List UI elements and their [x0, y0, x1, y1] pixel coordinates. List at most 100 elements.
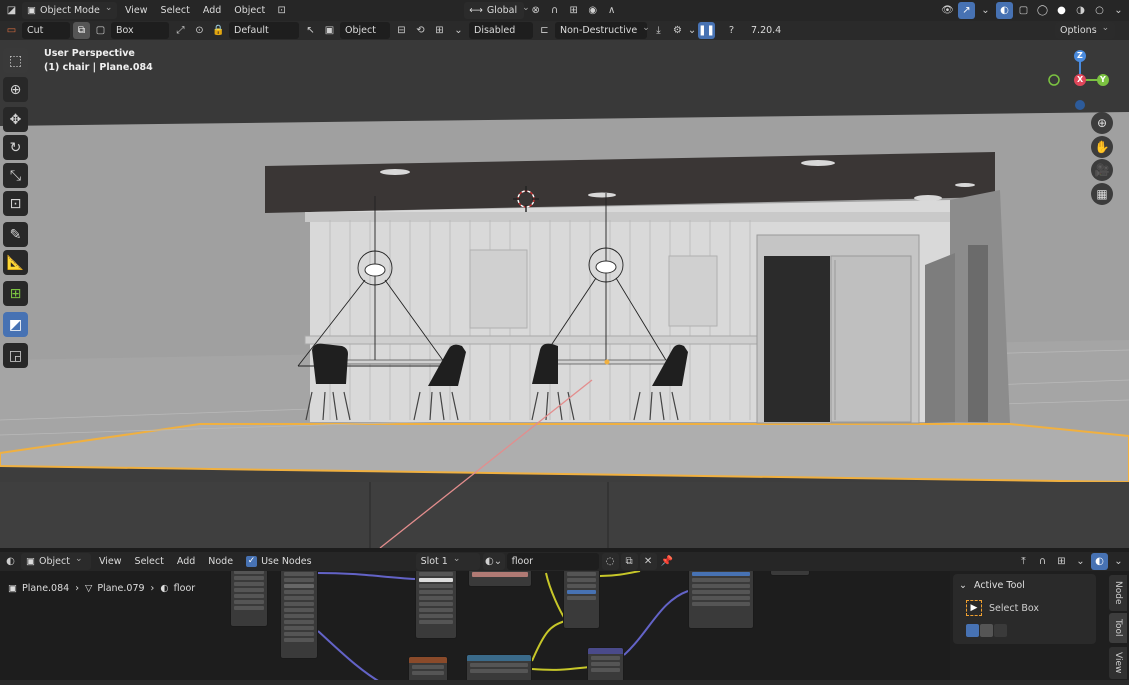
pause-icon[interactable]: ❚❚: [698, 22, 715, 39]
cursor-tool[interactable]: ⊕: [3, 77, 28, 102]
solid-shading-icon[interactable]: ●: [1053, 2, 1070, 19]
zoom-icon[interactable]: ⊕: [1091, 112, 1113, 134]
camera-icon[interactable]: 🎥: [1091, 159, 1113, 181]
expand-icon[interactable]: ⤢: [172, 22, 189, 39]
rotate-tool[interactable]: ↻: [3, 135, 28, 160]
use-nodes-checkbox[interactable]: ✓: [246, 556, 258, 567]
mode-new-icon[interactable]: [966, 624, 979, 637]
download-icon[interactable]: ⤓: [650, 22, 667, 39]
select-box-tool[interactable]: ⬚: [3, 48, 28, 73]
node-menu-view[interactable]: View: [94, 553, 127, 570]
tab-view[interactable]: View: [1109, 647, 1127, 679]
overlays-icon[interactable]: ◐: [996, 2, 1013, 19]
help-icon[interactable]: ?: [723, 22, 740, 39]
breadcrumb-item[interactable]: Plane.079: [97, 583, 144, 594]
boolean-cut-tool[interactable]: ◩: [3, 312, 28, 337]
lock-icon[interactable]: 🔒: [210, 22, 227, 39]
orientation-dropdown[interactable]: ⟷ Global: [464, 2, 525, 19]
texture-coordinate-node[interactable]: [230, 571, 268, 627]
options-button[interactable]: Options: [1055, 22, 1115, 39]
mode-extend-icon[interactable]: [980, 624, 993, 637]
snap-extra-icon[interactable]: ⊏: [536, 22, 553, 39]
proportional-edit-icon[interactable]: ◉: [584, 2, 601, 19]
viewport-3d[interactable]: User Perspective (1) chair | Plane.084 ⬚…: [0, 40, 1129, 548]
node-menu-node[interactable]: Node: [203, 553, 238, 570]
pivot-icon[interactable]: ⊗: [527, 2, 544, 19]
bump-node[interactable]: [587, 647, 624, 683]
node-object-dropdown[interactable]: ▣ Object: [21, 553, 91, 570]
ortho-grid-icon[interactable]: ▦: [1091, 183, 1113, 205]
mode-field[interactable]: Non-Destructive: [555, 22, 647, 39]
operation-toggle-icon[interactable]: ⧉: [73, 22, 90, 39]
cursor-icon[interactable]: ↖: [302, 22, 319, 39]
material-mode-field[interactable]: Default: [229, 22, 299, 39]
target-field[interactable]: Object: [340, 22, 390, 39]
visibility-icon[interactable]: 👁: [939, 2, 956, 19]
array-icon[interactable]: ⊟: [393, 22, 410, 39]
slot-dropdown[interactable]: Slot 1: [415, 553, 480, 570]
mapping-node[interactable]: [280, 571, 318, 659]
operation-field[interactable]: Cut: [22, 22, 70, 39]
material-shading-icon[interactable]: ◑: [1072, 2, 1089, 19]
transform-tool[interactable]: ⊡: [3, 191, 28, 216]
settings-gear-icon[interactable]: ⚙: [669, 22, 686, 39]
snap-node-target-icon[interactable]: ⊞: [1053, 553, 1070, 570]
menu-select[interactable]: Select: [156, 2, 195, 19]
move-tool[interactable]: ✥: [3, 107, 28, 132]
node-overlay-dropdown-icon[interactable]: ⌄: [1110, 553, 1127, 570]
mode-subtract-icon[interactable]: [994, 624, 1007, 637]
xray-icon[interactable]: ▢: [1015, 2, 1032, 19]
tab-tool[interactable]: Tool: [1109, 613, 1127, 643]
node-canvas[interactable]: ▣ Plane.084 › ▽ Plane.079 › ◐ floor ⌄ Ac…: [0, 571, 1129, 685]
snap-grid-dropdown-icon[interactable]: ⌄: [450, 22, 467, 39]
snap-node-dropdown-icon[interactable]: ⌄: [1072, 553, 1089, 570]
snap-field[interactable]: Disabled: [469, 22, 533, 39]
node-menu-add[interactable]: Add: [172, 553, 200, 570]
mode-dropdown[interactable]: ▣ Object Mode: [22, 2, 117, 19]
breadcrumb-item[interactable]: floor: [174, 583, 196, 594]
scale-tool[interactable]: ⤡: [3, 163, 28, 188]
settings-dropdown-icon[interactable]: ⌄: [688, 22, 696, 39]
parent-node-tree-icon[interactable]: ⤒: [1015, 553, 1032, 570]
color-ramp-node[interactable]: [468, 571, 532, 587]
node-editor-type-icon[interactable]: ◐: [2, 553, 19, 570]
use-nodes-toggle[interactable]: ✓ Use Nodes: [241, 553, 317, 570]
node-menu-select[interactable]: Select: [130, 553, 169, 570]
object-extra-icon[interactable]: ⊡: [273, 2, 290, 19]
node-overlay-icon[interactable]: ◐: [1091, 553, 1108, 570]
pan-hand-icon[interactable]: ✋: [1091, 136, 1113, 158]
measure-tool[interactable]: 📐: [3, 250, 28, 275]
add-cube-tool[interactable]: ⊞: [3, 281, 28, 306]
active-tool-header[interactable]: ⌄ Active Tool: [959, 580, 1025, 591]
principled-bsdf-node[interactable]: [688, 571, 754, 629]
origin-icon[interactable]: ⊙: [191, 22, 208, 39]
shading-dropdown-icon[interactable]: ⌄: [1110, 2, 1127, 19]
fake-user-icon[interactable]: ◌: [601, 553, 619, 570]
unlink-material-icon[interactable]: ✕: [639, 553, 657, 570]
annotate-tool[interactable]: ✎: [3, 222, 28, 247]
shape-field[interactable]: Box: [111, 22, 169, 39]
falloff-icon[interactable]: ∧: [603, 2, 620, 19]
menu-object[interactable]: Object: [229, 2, 270, 19]
tab-node[interactable]: Node: [1109, 575, 1127, 611]
overlay-dropdown-icon[interactable]: ⌄: [977, 2, 994, 19]
value-node[interactable]: [770, 571, 810, 576]
snap-magnet-icon[interactable]: ∩: [546, 2, 563, 19]
editor-type-icon[interactable]: ◪: [3, 2, 20, 19]
menu-add[interactable]: Add: [198, 2, 226, 19]
wireframe-shading-icon[interactable]: ◯: [1034, 2, 1051, 19]
duplicate-material-icon[interactable]: ⧉: [620, 553, 638, 570]
rendered-shading-icon[interactable]: ○: [1091, 2, 1108, 19]
snap-target-icon[interactable]: ⊞: [565, 2, 582, 19]
mirror-icon[interactable]: ⟲: [412, 22, 429, 39]
breadcrumb-item[interactable]: Plane.084: [22, 583, 69, 594]
mix-node[interactable]: [563, 571, 600, 629]
material-browse-icon[interactable]: ◐⌄: [482, 553, 505, 570]
extra-tool[interactable]: ◲: [3, 343, 28, 368]
menu-view[interactable]: View: [120, 2, 153, 19]
noise-texture-node[interactable]: [415, 571, 457, 639]
snap-grid-icon[interactable]: ⊞: [431, 22, 448, 39]
pin-icon[interactable]: 📌: [659, 553, 676, 570]
gizmo-toggle-icon[interactable]: ↗: [958, 2, 975, 19]
snap-node-icon[interactable]: ∩: [1034, 553, 1051, 570]
